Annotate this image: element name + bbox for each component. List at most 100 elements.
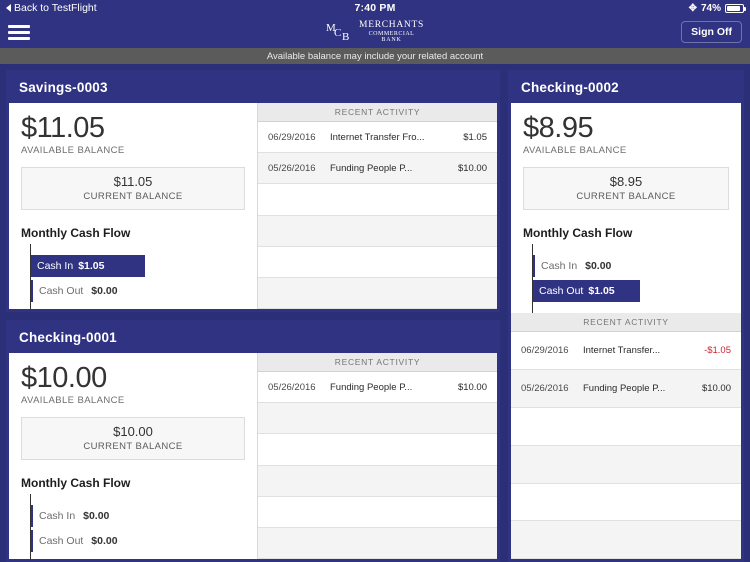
current-balance-label: CURRENT BALANCE (83, 441, 183, 453)
cash-in-bar-row: Cash In $0.00 (532, 255, 729, 278)
current-balance-amount: $11.05 (113, 174, 153, 190)
current-balance-label: CURRENT BALANCE (83, 191, 183, 203)
account-card-savings-0003[interactable]: Savings-0003 $11.05 AVAILABLE BALANCE $1… (6, 70, 500, 312)
table-row-empty (511, 445, 741, 484)
cash-in-label: Cash In (541, 260, 578, 273)
monthly-cash-flow-heading: Monthly Cash Flow (21, 226, 131, 241)
table-row[interactable]: 05/26/2016 Funding People P... $10.00 (258, 372, 497, 404)
monthly-cash-flow-heading: Monthly Cash Flow (523, 226, 633, 241)
table-row-empty (258, 465, 497, 497)
recent-activity-header: RECENT ACTIVITY (258, 353, 497, 372)
table-row-empty (258, 496, 497, 528)
transaction-amount: $1.05 (463, 131, 487, 143)
cash-in-bar-row: Cash In $1.05 (30, 255, 245, 278)
battery-percent-label: 74% (700, 2, 721, 14)
recent-activity-header: RECENT ACTIVITY (511, 313, 741, 333)
table-row-empty (258, 403, 497, 435)
available-balance-label: AVAILABLE BALANCE (523, 145, 627, 157)
table-row[interactable]: 05/26/2016 Funding People P... $10.00 (511, 370, 741, 408)
recent-activity-checking-0002[interactable]: RECENT ACTIVITY 06/29/2016 Internet Tran… (511, 313, 741, 559)
account-title-checking-0001: Checking-0001 (9, 323, 497, 353)
accounts-board: Savings-0003 $11.05 AVAILABLE BALANCE $1… (0, 64, 750, 562)
table-row-empty (511, 521, 741, 559)
accounts-column-right: Checking-0002 $8.95 AVAILABLE BALANCE $8… (508, 70, 744, 562)
table-row-empty (258, 215, 497, 247)
hamburger-menu-icon[interactable] (8, 22, 30, 43)
account-title-savings-0003: Savings-0003 (9, 73, 497, 103)
logo-line-2: COMMERCIAL (368, 30, 415, 37)
cash-out-amount: $0.00 (91, 285, 118, 298)
cash-out-bar-row: Cash Out $0.00 (30, 280, 245, 303)
table-row-empty (258, 527, 497, 559)
cash-out-label: Cash Out (39, 285, 84, 298)
table-row-empty (258, 434, 497, 466)
cash-out-amount: $1.05 (588, 285, 615, 298)
transaction-amount: $10.00 (701, 383, 731, 395)
available-balance-amount: $11.05 (21, 112, 105, 144)
logo-monogram-b: B (342, 31, 350, 43)
bank-logo: M C B MERCHANTS COMMERCIAL BANK (0, 20, 750, 44)
account-summary-checking-0001: $10.00 AVAILABLE BALANCE $10.00 CURRENT … (9, 353, 257, 559)
monthly-cash-flow-heading: Monthly Cash Flow (21, 476, 131, 491)
current-balance-box[interactable]: $8.95 CURRENT BALANCE (523, 167, 729, 211)
current-balance-label: CURRENT BALANCE (576, 191, 676, 203)
table-row-empty (511, 483, 741, 522)
table-row-empty (258, 184, 497, 216)
cash-out-bar-row: Cash Out $0.00 (30, 530, 245, 553)
current-balance-box[interactable]: $10.00 CURRENT BALANCE (21, 417, 245, 461)
transaction-amount: $10.00 (457, 381, 487, 393)
table-row-empty (258, 277, 497, 309)
current-balance-amount: $10.00 (113, 424, 153, 440)
transaction-date: 05/26/2016 (268, 162, 316, 174)
table-row[interactable]: 06/29/2016 Internet Transfer Fro... $1.0… (258, 122, 497, 154)
available-balance-amount: $10.00 (21, 362, 107, 394)
available-balance-label: AVAILABLE BALANCE (21, 145, 125, 157)
recent-activity-header: RECENT ACTIVITY (258, 103, 497, 122)
recent-activity-checking-0001[interactable]: RECENT ACTIVITY 05/26/2016 Funding Peopl… (257, 353, 497, 559)
app-navigation-bar: M C B MERCHANTS COMMERCIAL BANK Sign Off (0, 16, 750, 48)
cash-in-amount: $1.05 (78, 260, 105, 273)
available-balance-amount: $8.95 (523, 112, 594, 144)
logo-line-3: BANK (381, 36, 402, 43)
cash-flow-chart: Cash In $1.05 Cash Out $0.00 (21, 244, 245, 309)
cash-in-amount: $0.00 (83, 510, 110, 523)
logo-monogram-c: C (334, 27, 342, 39)
cash-flow-chart: Cash In $0.00 Cash Out $0.00 (21, 494, 245, 559)
transaction-date: 06/29/2016 (268, 131, 316, 143)
available-balance-notice: Available balance may include your relat… (0, 48, 750, 64)
current-balance-box[interactable]: $11.05 CURRENT BALANCE (21, 167, 245, 211)
cash-out-label: Cash Out (539, 285, 584, 298)
account-card-checking-0002[interactable]: Checking-0002 $8.95 AVAILABLE BALANCE $8… (508, 70, 744, 562)
cash-in-label: Cash In (37, 260, 74, 273)
logo-monogram-m: M (326, 22, 336, 34)
transaction-amount: $10.00 (457, 162, 487, 174)
cash-in-label: Cash In (39, 510, 76, 523)
account-summary-checking-0002: $8.95 AVAILABLE BALANCE $8.95 CURRENT BA… (511, 103, 741, 314)
ios-status-bar: Back to TestFlight 7:40 PM ✥ 74% (0, 0, 750, 16)
table-row-empty (511, 407, 741, 446)
status-bar-time: 7:40 PM (354, 2, 396, 14)
transaction-description: Funding People P... (583, 383, 666, 395)
account-card-checking-0001[interactable]: Checking-0001 $10.00 AVAILABLE BALANCE $… (6, 320, 500, 562)
cash-out-bar: Cash Out $1.05 (532, 280, 640, 303)
current-balance-amount: $8.95 (609, 174, 643, 190)
transaction-description: Funding People P... (330, 381, 413, 393)
sign-off-button[interactable]: Sign Off (681, 21, 742, 43)
table-row[interactable]: 06/29/2016 Internet Transfer... -$1.05 (511, 332, 741, 371)
cash-in-amount: $0.00 (585, 260, 612, 273)
bluetooth-icon: ✥ (688, 2, 697, 14)
logo-wordmark: MERCHANTS COMMERCIAL BANK (359, 19, 424, 44)
status-bar-indicators: ✥ 74% (688, 2, 746, 14)
table-row-empty (258, 246, 497, 278)
recent-activity-savings-0003[interactable]: RECENT ACTIVITY 06/29/2016 Internet Tran… (257, 103, 497, 309)
cash-out-bar-row: Cash Out $1.05 (532, 280, 729, 303)
battery-icon (725, 3, 746, 13)
accounts-column-left: Savings-0003 $11.05 AVAILABLE BALANCE $1… (6, 70, 500, 562)
table-row[interactable]: 05/26/2016 Funding People P... $10.00 (258, 153, 497, 185)
logo-monogram: M C B (326, 20, 356, 44)
account-summary-savings-0003: $11.05 AVAILABLE BALANCE $11.05 CURRENT … (9, 103, 257, 309)
cash-flow-chart: Cash In $0.00 Cash Out $1.05 (523, 244, 729, 314)
transaction-description: Internet Transfer... (583, 345, 661, 357)
logo-line-1: MERCHANTS (359, 19, 424, 30)
account-title-checking-0002: Checking-0002 (511, 73, 741, 103)
